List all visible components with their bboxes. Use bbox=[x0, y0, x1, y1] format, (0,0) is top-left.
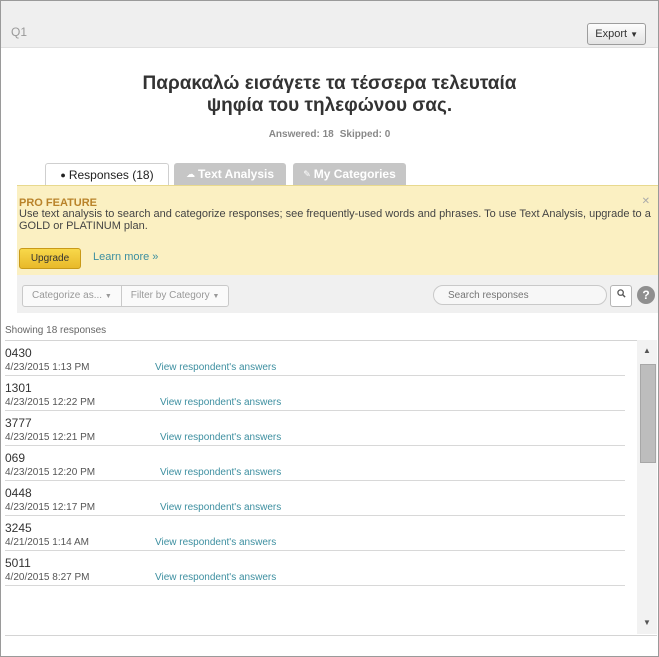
view-respondent-link[interactable]: View respondent's answers bbox=[160, 467, 281, 478]
question-panel: Q1 Export ▼ Παρακαλώ εισάγετε τα τέσσερα … bbox=[0, 0, 659, 657]
category-button-group: Categorize as... ▼ Filter by Category ▼ bbox=[22, 285, 230, 307]
filter-toolbar: Categorize as... ▼ Filter by Category ▼ … bbox=[17, 275, 658, 313]
list-item: 069 4/23/2015 12:20 PM View respondent's… bbox=[5, 446, 625, 481]
responses-list: 0430 4/23/2015 1:13 PM View respondent's… bbox=[5, 340, 657, 636]
chevron-down-icon: ▼ bbox=[630, 30, 638, 39]
response-stats: Answered: 18 Skipped: 0 bbox=[1, 129, 658, 140]
response-value: 0448 bbox=[5, 486, 32, 500]
response-value: 069 bbox=[5, 451, 26, 465]
skipped-count: Skipped: 0 bbox=[339, 129, 391, 140]
response-value: 1301 bbox=[5, 381, 32, 395]
answered-count: Answered: 18 bbox=[268, 129, 334, 140]
categorize-as-label: Categorize as... bbox=[32, 290, 103, 301]
response-date: 4/23/2015 12:22 PM bbox=[5, 397, 96, 408]
question-title-line-1: Παρακαλώ εισάγετε τα τέσσερα τελευταία bbox=[142, 73, 517, 94]
view-respondent-link[interactable]: View respondent's answers bbox=[160, 502, 281, 513]
search-button[interactable] bbox=[610, 285, 632, 307]
tab-responses-label: Responses bbox=[68, 168, 129, 182]
cloud-icon: ☁ bbox=[185, 169, 195, 179]
response-value: 5011 bbox=[5, 556, 31, 570]
chevron-down-icon: ▼ bbox=[104, 293, 112, 300]
view-respondent-link[interactable]: View respondent's answers bbox=[155, 362, 276, 373]
search-responses-input[interactable] bbox=[433, 285, 607, 305]
tab-responses[interactable]: ● Responses (18) bbox=[45, 163, 169, 187]
tab-text-analysis-label: Text Analysis bbox=[197, 167, 275, 181]
response-date: 4/23/2015 12:17 PM bbox=[5, 502, 96, 513]
scroll-up-arrow-icon[interactable]: ▲ bbox=[637, 342, 657, 360]
view-respondent-link[interactable]: View respondent's answers bbox=[155, 572, 276, 583]
response-value: 0430 bbox=[5, 346, 32, 360]
list-item: 0430 4/23/2015 1:13 PM View respondent's… bbox=[5, 341, 625, 376]
response-date: 4/21/2015 1:14 AM bbox=[5, 537, 89, 548]
pro-feature-banner: PRO FEATURE ✕ Use text analysis to searc… bbox=[17, 185, 658, 276]
help-icon[interactable]: ? bbox=[637, 286, 655, 304]
tab-text-analysis[interactable]: ☁ Text Analysis bbox=[174, 163, 286, 185]
learn-more-link[interactable]: Learn more » bbox=[93, 251, 158, 263]
list-item: 3245 4/21/2015 1:14 AM View respondent's… bbox=[5, 516, 625, 551]
response-value: 3777 bbox=[5, 416, 32, 430]
list-item: 5011 4/20/2015 8:27 PM View respondent's… bbox=[5, 551, 625, 586]
tab-my-categories-label: My Categories bbox=[313, 167, 396, 181]
view-respondent-link[interactable]: View respondent's answers bbox=[160, 397, 281, 408]
tag-icon: ✎ bbox=[303, 169, 311, 179]
export-label: Export bbox=[595, 28, 628, 40]
showing-count: Showing 18 responses bbox=[5, 325, 107, 336]
view-respondent-link[interactable]: View respondent's answers bbox=[160, 432, 281, 443]
pro-feature-text: Use text analysis to search and categori… bbox=[19, 208, 651, 232]
response-date: 4/23/2015 1:13 PM bbox=[5, 362, 90, 373]
upgrade-button[interactable]: Upgrade bbox=[19, 248, 81, 269]
search-icon bbox=[616, 289, 626, 301]
scrollbar-thumb[interactable] bbox=[640, 364, 656, 463]
tab-responses-count: (18) bbox=[132, 168, 154, 182]
question-title-line-2: ψηφία του τηλεφώνου σας. bbox=[206, 95, 453, 116]
list-item: 1301 4/23/2015 12:22 PM View respondent'… bbox=[5, 376, 625, 411]
view-respondent-link[interactable]: View respondent's answers bbox=[155, 537, 276, 548]
response-value: 3245 bbox=[5, 521, 32, 535]
export-button[interactable]: Export ▼ bbox=[587, 23, 646, 45]
list-item: 3777 4/23/2015 12:21 PM View respondent'… bbox=[5, 411, 625, 446]
filter-by-category-label: Filter by Category bbox=[130, 290, 210, 301]
categorize-as-dropdown[interactable]: Categorize as... ▼ bbox=[23, 286, 121, 306]
question-title: Παρακαλώ εισάγετε τα τέσσερα τελευταία ψ… bbox=[1, 73, 658, 117]
response-date: 4/23/2015 12:20 PM bbox=[5, 467, 96, 478]
tab-my-categories[interactable]: ✎ My Categories bbox=[293, 163, 406, 185]
response-date: 4/23/2015 12:21 PM bbox=[5, 432, 96, 443]
responses-scrollbar[interactable]: ▲ ▼ bbox=[637, 340, 657, 634]
list-item: 0448 4/23/2015 12:17 PM View respondent'… bbox=[5, 481, 625, 516]
chevron-down-icon: ▼ bbox=[212, 293, 220, 300]
question-number: Q1 bbox=[11, 25, 28, 39]
scroll-down-arrow-icon[interactable]: ▼ bbox=[637, 614, 657, 632]
response-date: 4/20/2015 8:27 PM bbox=[5, 572, 90, 583]
close-icon[interactable]: ✕ bbox=[642, 196, 650, 207]
bullet-icon: ● bbox=[60, 170, 66, 180]
filter-by-category-dropdown[interactable]: Filter by Category ▼ bbox=[120, 286, 229, 306]
panel-header: Q1 Export ▼ bbox=[1, 1, 658, 48]
